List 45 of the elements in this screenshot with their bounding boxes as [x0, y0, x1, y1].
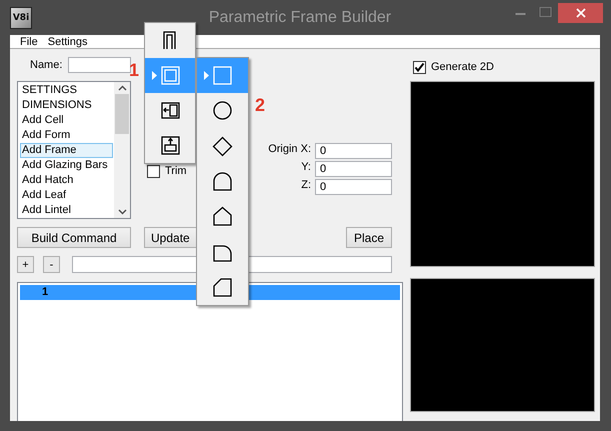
chamfer-icon: [212, 276, 233, 298]
submenu-arrow-icon: [152, 71, 157, 80]
name-field[interactable]: [68, 57, 131, 73]
list-item[interactable]: Add Form: [20, 128, 113, 143]
checkbox-label: Generate 2D: [431, 61, 494, 73]
list-item[interactable]: Add Frame: [20, 143, 113, 158]
rect-icon: [212, 65, 233, 86]
top-insert-icon: [160, 135, 180, 156]
side-insert-icon: [160, 100, 180, 121]
app-icon: V8i: [10, 6, 32, 28]
list-item[interactable]: Add Leaf: [20, 188, 113, 203]
input-field[interactable]: 0: [315, 143, 392, 159]
double-rect-icon: [160, 65, 180, 86]
list-item[interactable]: Add Glazing Bars: [20, 158, 113, 173]
step-button[interactable]: +: [17, 256, 34, 273]
menu-item[interactable]: File: [20, 36, 38, 48]
list-item[interactable]: Add Hatch: [20, 173, 113, 188]
arch-icon: [212, 171, 233, 192]
circle-icon: [212, 100, 233, 122]
callout-number: 1: [129, 60, 140, 81]
list-item[interactable]: DIMENSIONS: [20, 98, 113, 113]
field-label: Y:: [301, 161, 311, 175]
list-item[interactable]: Add Cell: [20, 113, 113, 128]
list-item[interactable]: SETTINGS: [20, 83, 113, 98]
build-command-button[interactable]: Build Command: [17, 227, 131, 248]
field-label: Name:: [30, 59, 62, 71]
window-title: Parametric Frame Builder: [208, 8, 392, 26]
checkbox[interactable]: [147, 165, 160, 178]
gable-icon: [212, 206, 233, 228]
list-item[interactable]: Add Lintel: [20, 203, 113, 218]
place-button[interactable]: Place: [346, 227, 392, 248]
close-button[interactable]: [558, 2, 603, 22]
submenu-arrow-icon: [204, 71, 209, 80]
diamond-icon: [212, 136, 233, 157]
step-button[interactable]: -: [43, 256, 60, 273]
checkbox-label: Trim: [165, 165, 187, 177]
field-label: Z:: [301, 179, 311, 193]
menu-item[interactable]: Settings: [48, 36, 88, 48]
scrollbar[interactable]: [114, 82, 130, 218]
input-field[interactable]: 0: [315, 179, 392, 195]
callout-number: 2: [255, 95, 266, 116]
input-field[interactable]: 0: [315, 161, 392, 177]
close-icon: [576, 8, 586, 18]
checkbox[interactable]: [413, 60, 426, 74]
field-label: Origin X:: [268, 143, 311, 157]
